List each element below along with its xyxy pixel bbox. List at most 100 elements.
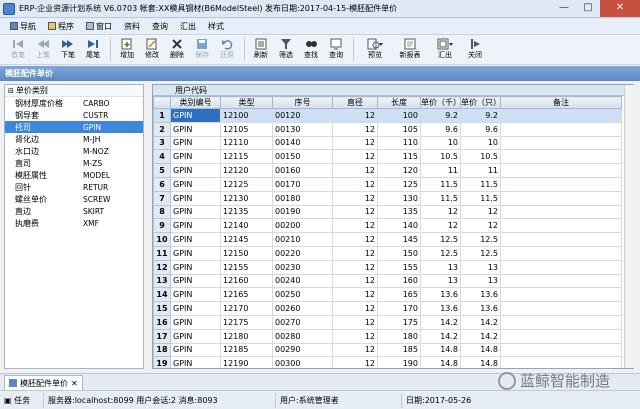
table-row[interactable]: 12 GPIN 12155 00230 12 155 13 13 xyxy=(153,259,622,275)
table-cell[interactable]: 12135 xyxy=(220,204,273,220)
table-cell[interactable]: 12 xyxy=(332,163,378,178)
table-cell[interactable]: 12 xyxy=(332,287,378,303)
table-cell[interactable]: 12 xyxy=(332,301,378,316)
table-cell[interactable]: 10.5 xyxy=(420,149,461,165)
close-window-button[interactable]: ✕ xyxy=(600,0,640,17)
table-cell[interactable]: 12 xyxy=(332,108,378,123)
table-cell[interactable]: GPIN xyxy=(170,328,221,344)
table-cell[interactable]: 00280 xyxy=(272,328,333,344)
table-row[interactable]: 5 GPIN 12120 00160 12 120 11 11 xyxy=(153,163,622,178)
table-cell[interactable]: 9.6 xyxy=(420,121,461,137)
table-cell[interactable]: 00250 xyxy=(272,287,333,303)
save-button[interactable]: 保存 xyxy=(190,37,214,60)
table-row[interactable]: 8 GPIN 12135 00190 12 135 12 12 xyxy=(153,204,622,220)
table-cell[interactable]: 14.2 xyxy=(460,314,501,330)
category-item[interactable]: 肾化边 M-JH xyxy=(5,133,143,145)
table-cell[interactable]: 13 xyxy=(460,259,501,275)
table-cell[interactable]: 12175 xyxy=(220,314,273,330)
table-cell[interactable]: 12100 xyxy=(220,108,273,123)
table-cell[interactable]: GPIN xyxy=(170,232,221,247)
table-cell[interactable]: 00290 xyxy=(272,342,333,358)
table-cell[interactable]: 00150 xyxy=(272,149,333,165)
find-button[interactable]: 查找 xyxy=(299,37,323,60)
table-cell[interactable]: 10.5 xyxy=(460,149,501,165)
menu-data[interactable]: 资料 xyxy=(118,21,146,32)
refresh-button[interactable]: 刷新 xyxy=(249,37,273,60)
category-item[interactable]: 水口边 M-NOZ xyxy=(5,145,143,157)
table-cell[interactable]: 11.5 xyxy=(460,190,501,206)
close-tab-icon[interactable]: ✕ xyxy=(71,379,78,388)
filter-button[interactable]: 筛选 xyxy=(274,37,298,60)
undo-button[interactable]: 还原 xyxy=(215,37,239,60)
table-cell[interactable]: 14.2 xyxy=(460,328,501,344)
grid-scrollbar[interactable] xyxy=(624,85,634,368)
table-cell[interactable]: 00160 xyxy=(272,163,333,178)
table-cell[interactable]: 12.5 xyxy=(460,245,501,261)
table-row[interactable]: 4 GPIN 12115 00150 12 115 10.5 10.5 xyxy=(153,149,622,165)
table-cell[interactable]: GPIN xyxy=(170,135,221,151)
table-cell[interactable]: 12 xyxy=(332,356,378,368)
table-cell[interactable] xyxy=(500,259,622,275)
table-cell[interactable]: GPIN xyxy=(170,218,221,234)
table-cell[interactable] xyxy=(500,204,622,220)
table-cell[interactable]: 12165 xyxy=(220,287,273,303)
table-cell[interactable]: 12 xyxy=(332,314,378,330)
column-header[interactable]: 直径 xyxy=(332,96,378,109)
table-cell[interactable] xyxy=(500,273,622,289)
table-cell[interactable]: GPIN xyxy=(170,163,221,178)
table-cell[interactable] xyxy=(500,149,622,165)
status-tasks[interactable]: ▣ 任务 xyxy=(0,392,44,408)
table-cell[interactable]: 12 xyxy=(332,245,378,261)
column-header[interactable]: 序号 xyxy=(272,96,333,109)
tab-price-form[interactable]: 模胚配件单价 ✕ xyxy=(4,375,83,390)
table-cell[interactable] xyxy=(500,287,622,303)
table-cell[interactable]: GPIN xyxy=(170,245,221,261)
table-cell[interactable]: GPIN xyxy=(170,301,221,316)
table-cell[interactable] xyxy=(500,176,622,192)
table-cell[interactable]: 185 xyxy=(377,342,421,358)
column-header[interactable]: 单价（千） xyxy=(420,96,461,109)
add-button[interactable]: 增加 xyxy=(115,37,139,60)
table-cell[interactable]: 12125 xyxy=(220,176,273,192)
new-report-button[interactable]: 新报表 xyxy=(393,37,427,60)
table-cell[interactable]: 12 xyxy=(332,232,378,247)
table-row[interactable]: 6 GPIN 12125 00170 12 125 11.5 11.5 xyxy=(153,176,622,192)
table-cell[interactable]: 11 xyxy=(460,163,501,178)
table-cell[interactable]: 120 xyxy=(377,163,421,178)
table-cell[interactable]: 12 xyxy=(460,218,501,234)
category-item[interactable]: 钢导套 CUSTR xyxy=(5,109,143,121)
table-cell[interactable]: 12 xyxy=(332,328,378,344)
table-cell[interactable]: 12150 xyxy=(220,245,273,261)
table-row[interactable]: 15 GPIN 12170 00260 12 170 13.6 13.6 xyxy=(153,301,622,316)
table-cell[interactable]: GPIN xyxy=(170,176,221,192)
menu-style[interactable]: 样式 xyxy=(202,21,230,32)
table-cell[interactable]: 13.6 xyxy=(420,287,461,303)
table-cell[interactable] xyxy=(500,218,622,234)
query-button[interactable]: 查询 xyxy=(324,37,348,60)
table-cell[interactable]: 9.2 xyxy=(460,108,501,123)
table-cell[interactable]: 00180 xyxy=(272,190,333,206)
table-cell[interactable]: 00120 xyxy=(272,108,333,123)
menu-navigate[interactable]: 导航 xyxy=(4,21,42,32)
table-cell[interactable]: 12185 xyxy=(220,342,273,358)
table-cell[interactable]: 00190 xyxy=(272,204,333,220)
table-cell[interactable]: 00270 xyxy=(272,314,333,330)
category-item[interactable]: 直边 SKIRT xyxy=(5,205,143,217)
table-cell[interactable]: GPIN xyxy=(170,273,221,289)
table-row[interactable]: 18 GPIN 12185 00290 12 185 14.8 14.8 xyxy=(153,342,622,358)
column-header[interactable]: 单价（只） xyxy=(460,96,501,109)
table-cell[interactable]: 12 xyxy=(420,218,461,234)
table-cell[interactable]: 12 xyxy=(332,342,378,358)
column-header[interactable]: 类型 xyxy=(220,96,273,109)
table-cell[interactable]: 12145 xyxy=(220,232,273,247)
table-cell[interactable]: 00230 xyxy=(272,259,333,275)
table-cell[interactable]: 160 xyxy=(377,273,421,289)
last-record-button[interactable]: 尾笔 xyxy=(81,37,105,60)
table-row[interactable]: 17 GPIN 12180 00280 12 180 14.2 14.2 xyxy=(153,328,622,344)
table-cell[interactable]: 00210 xyxy=(272,232,333,247)
table-cell[interactable]: 12 xyxy=(332,135,378,151)
table-cell[interactable]: 12115 xyxy=(220,149,273,165)
table-cell[interactable]: 14.2 xyxy=(420,328,461,344)
table-cell[interactable]: 110 xyxy=(377,135,421,151)
column-header[interactable]: 备注 xyxy=(500,96,622,109)
